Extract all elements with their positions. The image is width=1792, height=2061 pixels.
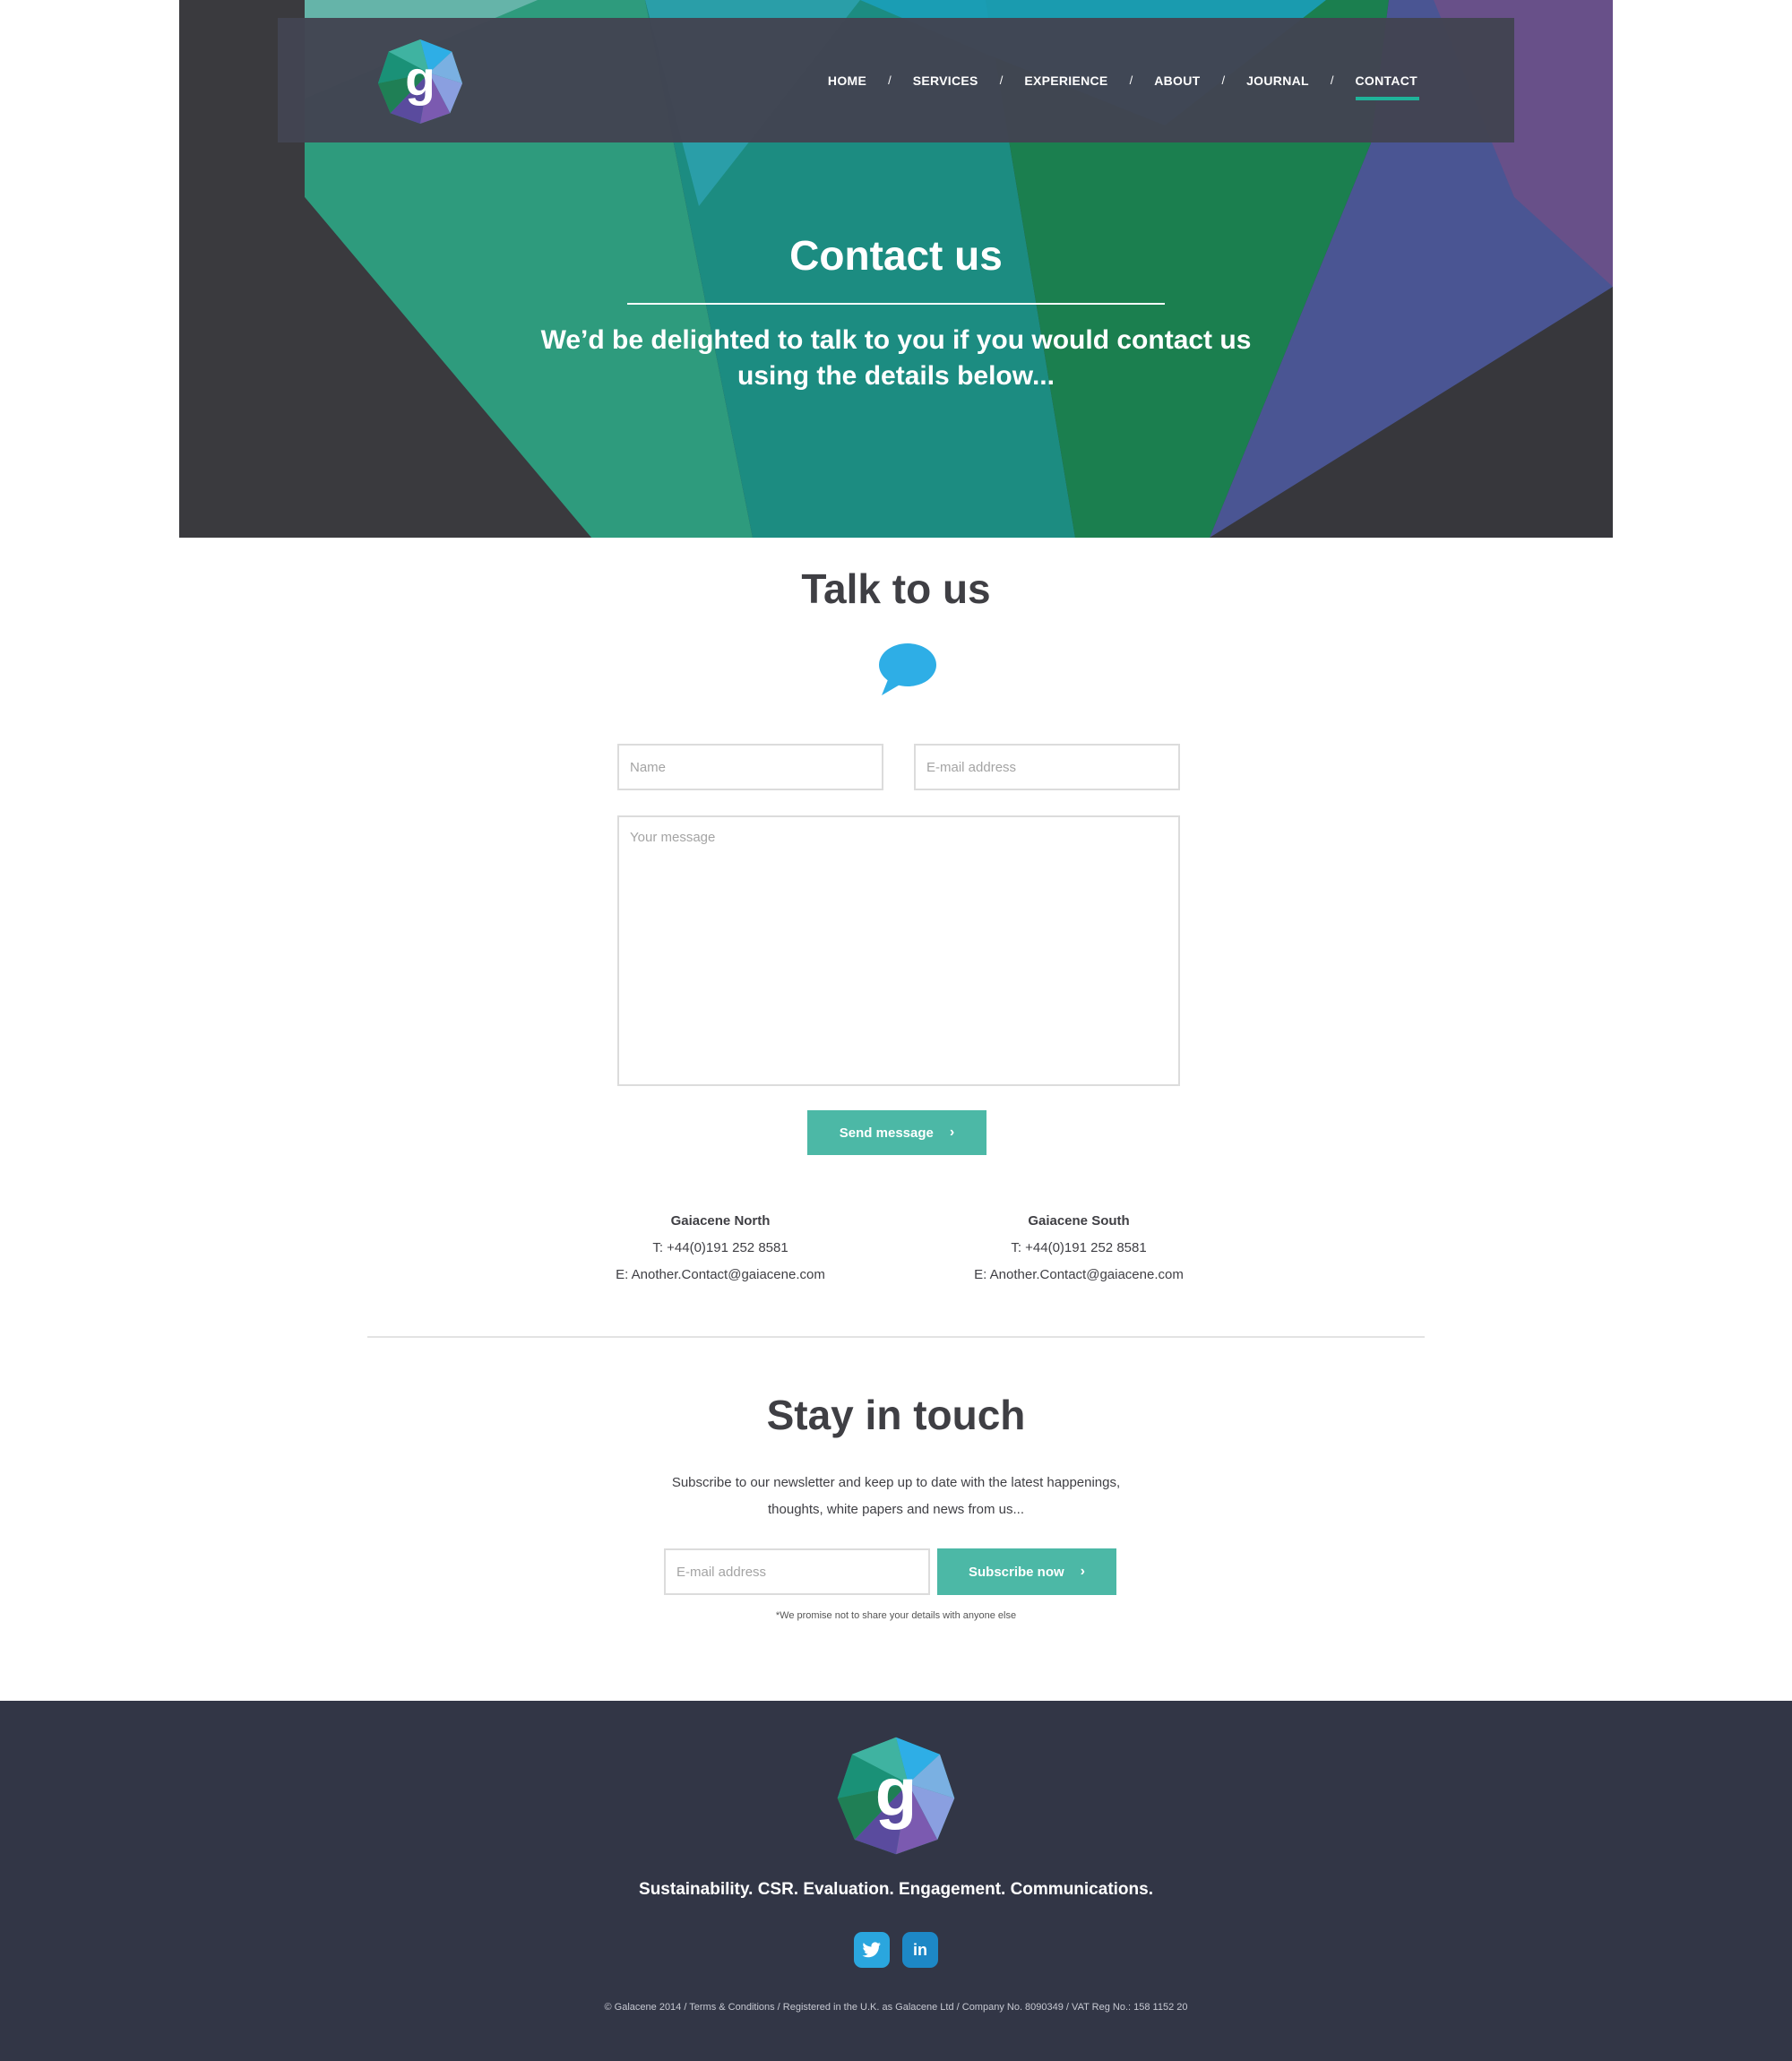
chevron-right-icon: ›: [949, 1125, 955, 1140]
footer: g Sustainability. CSR. Evaluation. Engag…: [0, 1701, 1792, 2061]
talk-title: Talk to us: [801, 565, 991, 612]
top-navbar: g HOME / SERVICES / EXPERIENCE / ABOUT /…: [278, 18, 1514, 142]
subscribe-button[interactable]: Subscribe now ›: [937, 1548, 1116, 1595]
send-message-button[interactable]: Send message ›: [807, 1110, 986, 1155]
hero-divider: [627, 303, 1165, 305]
speech-bubble-icon: [879, 643, 936, 695]
main-nav: HOME / SERVICES / EXPERIENCE / ABOUT / J…: [828, 18, 1419, 142]
nav-home[interactable]: HOME: [828, 70, 866, 91]
hero-subtitle: We’d be delighted to talk to you if you …: [540, 325, 1252, 391]
office-email[interactable]: E: Another.Contact@gaiacene.com: [577, 1262, 864, 1289]
twitter-link[interactable]: [854, 1932, 890, 1968]
section-divider: [367, 1336, 1425, 1338]
linkedin-link[interactable]: in: [902, 1932, 938, 1968]
privacy-note: *We promise not to share your details wi…: [775, 1610, 1017, 1621]
copyright-text: © Galacene 2014 / Terms & Conditions / R…: [604, 2002, 1188, 2013]
stay-in-touch-title: Stay in touch: [766, 1392, 1026, 1438]
name-input[interactable]: [617, 744, 883, 790]
nav-separator: /: [1221, 73, 1226, 87]
nav-about[interactable]: ABOUT: [1154, 70, 1200, 91]
office-phone: T: +44(0)191 252 8581: [1011, 1240, 1147, 1255]
office-name: Gaiacene North: [670, 1213, 771, 1229]
nav-separator: /: [999, 73, 1004, 87]
newsletter-email-input[interactable]: [664, 1548, 930, 1595]
office-north: Gaiacene North T: +44(0)191 252 8581 E: …: [577, 1208, 864, 1289]
subscribe-label: Subscribe now: [968, 1564, 1064, 1580]
newsletter-description: Subscribe to our newsletter and keep up …: [671, 1475, 1121, 1517]
nav-experience[interactable]: EXPERIENCE: [1024, 70, 1107, 91]
nav-contact[interactable]: CONTACT: [1355, 70, 1419, 100]
hero-banner: g HOME / SERVICES / EXPERIENCE / ABOUT /…: [179, 0, 1613, 538]
nav-separator: /: [1330, 73, 1334, 87]
nav-separator: /: [888, 73, 892, 87]
chevron-right-icon: ›: [1080, 1564, 1085, 1579]
hero-title: Contact us: [789, 232, 1003, 279]
nav-journal[interactable]: JOURNAL: [1246, 70, 1309, 91]
nav-separator: /: [1129, 73, 1133, 87]
nav-services[interactable]: SERVICES: [913, 70, 978, 91]
email-input[interactable]: [914, 744, 1180, 790]
gaiacene-logo[interactable]: g: [376, 38, 464, 125]
message-textarea[interactable]: [617, 815, 1180, 1086]
office-south: Gaiacene South T: +44(0)191 252 8581 E: …: [935, 1208, 1222, 1289]
send-message-label: Send message: [839, 1125, 934, 1141]
office-email[interactable]: E: Another.Contact@gaiacene.com: [935, 1262, 1222, 1289]
twitter-icon: [862, 1942, 881, 1958]
footer-logo[interactable]: g: [835, 1735, 957, 1857]
footer-tagline: Sustainability. CSR. Evaluation. Engagem…: [639, 1880, 1153, 1899]
logo-letter: g: [875, 1755, 918, 1831]
logo-letter: g: [405, 51, 435, 107]
office-name: Gaiacene South: [1028, 1213, 1130, 1229]
linkedin-icon: in: [913, 1940, 927, 1959]
office-phone: T: +44(0)191 252 8581: [652, 1240, 788, 1255]
